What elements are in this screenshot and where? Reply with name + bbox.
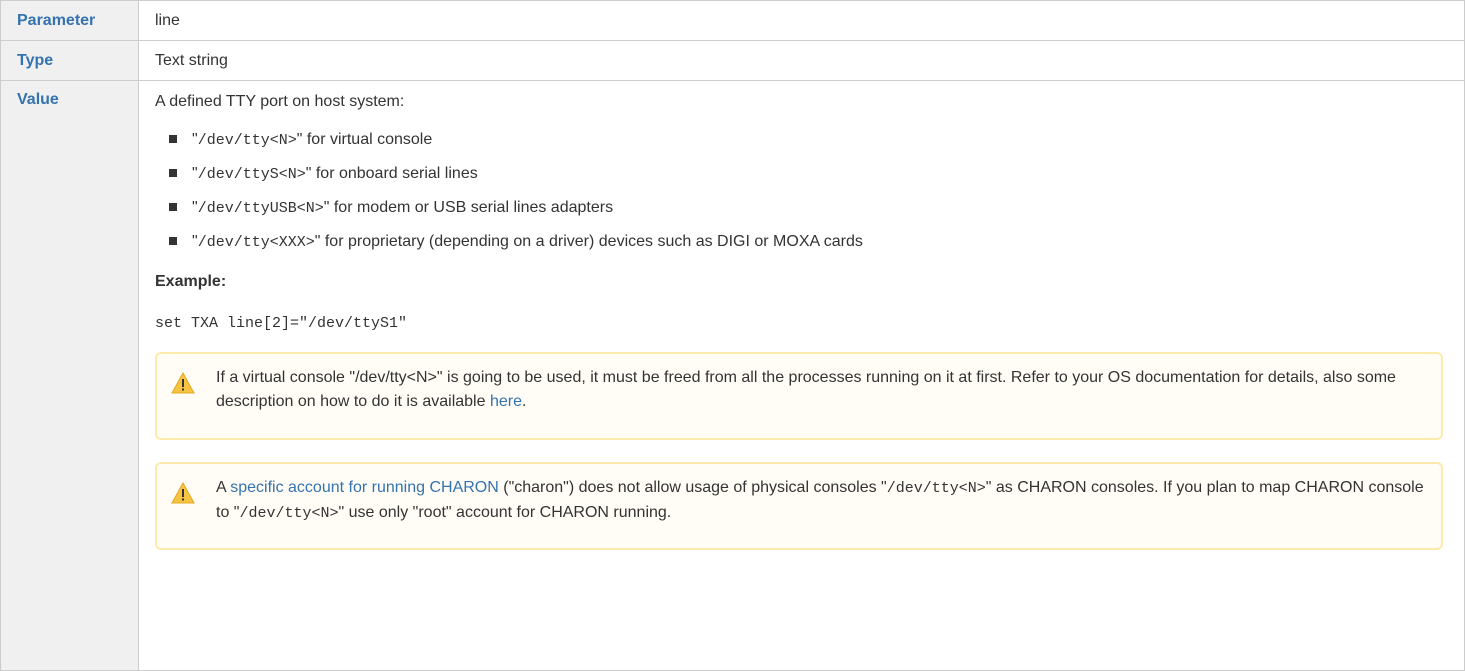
code-text: /dev/tty<XXX> <box>197 234 315 251</box>
header-cell-parameter: Parameter <box>0 0 139 41</box>
list-item-text: " for onboard serial lines <box>305 165 478 182</box>
example-code: set TXA line[2]="/dev/ttyS1" <box>155 315 408 332</box>
warning-text-end: . <box>521 393 527 410</box>
parameter-value: line <box>155 12 180 29</box>
value-cell-type: Text string <box>138 40 1465 81</box>
list-item-text: " for modem or USB serial lines adapters <box>323 199 614 216</box>
table-row-parameter: Parameter line <box>0 0 1465 41</box>
table-row-value: Value A defined TTY port on host system:… <box>0 80 1465 671</box>
code-text: /dev/tty<N> <box>886 480 986 497</box>
warning-triangle-icon <box>171 482 195 504</box>
list-item-text: " for virtual console <box>296 131 433 148</box>
warning-text: ("charon") does not allow usage of physi… <box>498 479 887 496</box>
value-label: Value <box>17 91 59 108</box>
parameter-table: Parameter line Type Text string Value A … <box>0 0 1465 671</box>
list-item: "/dev/ttyUSB<N>" for modem or USB serial… <box>155 198 1448 222</box>
header-cell-type: Type <box>0 40 139 81</box>
code-text: /dev/tty<N> <box>239 505 339 522</box>
value-cell-parameter: line <box>138 0 1465 41</box>
code-text: /dev/ttyS<N> <box>197 166 306 183</box>
here-link[interactable]: here <box>490 393 522 410</box>
code-text: /dev/tty<N> <box>197 132 297 149</box>
list-item-text: " for proprietary (depending on a driver… <box>314 233 863 250</box>
warning-text: A <box>216 479 231 496</box>
warning-text: " use only "root" account for CHARON run… <box>338 504 672 521</box>
parameter-label: Parameter <box>17 12 96 29</box>
list-item: "/dev/ttyS<N>" for onboard serial lines <box>155 164 1448 188</box>
charon-account-link[interactable]: specific account for running CHARON <box>230 479 499 496</box>
warning-text: If a virtual console "/dev/tty<N>" is go… <box>216 369 1396 410</box>
value-content: A defined TTY port on host system: "/dev… <box>139 81 1464 550</box>
square-bullet <box>169 135 177 143</box>
list-item: "/dev/tty<XXX>" for proprietary (dependi… <box>155 232 1448 256</box>
warning-box-charon-account: A specific account for running CHARON ("… <box>155 462 1443 550</box>
type-value: Text string <box>155 52 228 69</box>
square-bullet <box>169 203 177 211</box>
type-label: Type <box>17 52 54 69</box>
value-intro: A defined TTY port on host system: <box>155 93 405 110</box>
value-cell-value: A defined TTY port on host system: "/dev… <box>138 80 1465 671</box>
example-label: Example: <box>155 273 227 290</box>
warning-box-virtual-console: If a virtual console "/dev/tty<N>" is go… <box>155 352 1443 440</box>
square-bullet <box>169 169 177 177</box>
warning-triangle-icon <box>171 372 195 394</box>
code-text: /dev/ttyUSB<N> <box>197 200 324 217</box>
port-list: "/dev/tty<N>" for virtual console "/dev/… <box>155 130 1448 256</box>
square-bullet <box>169 237 177 245</box>
list-item: "/dev/tty<N>" for virtual console <box>155 130 1448 154</box>
table-row-type: Type Text string <box>0 40 1465 81</box>
header-cell-value: Value <box>0 80 139 671</box>
